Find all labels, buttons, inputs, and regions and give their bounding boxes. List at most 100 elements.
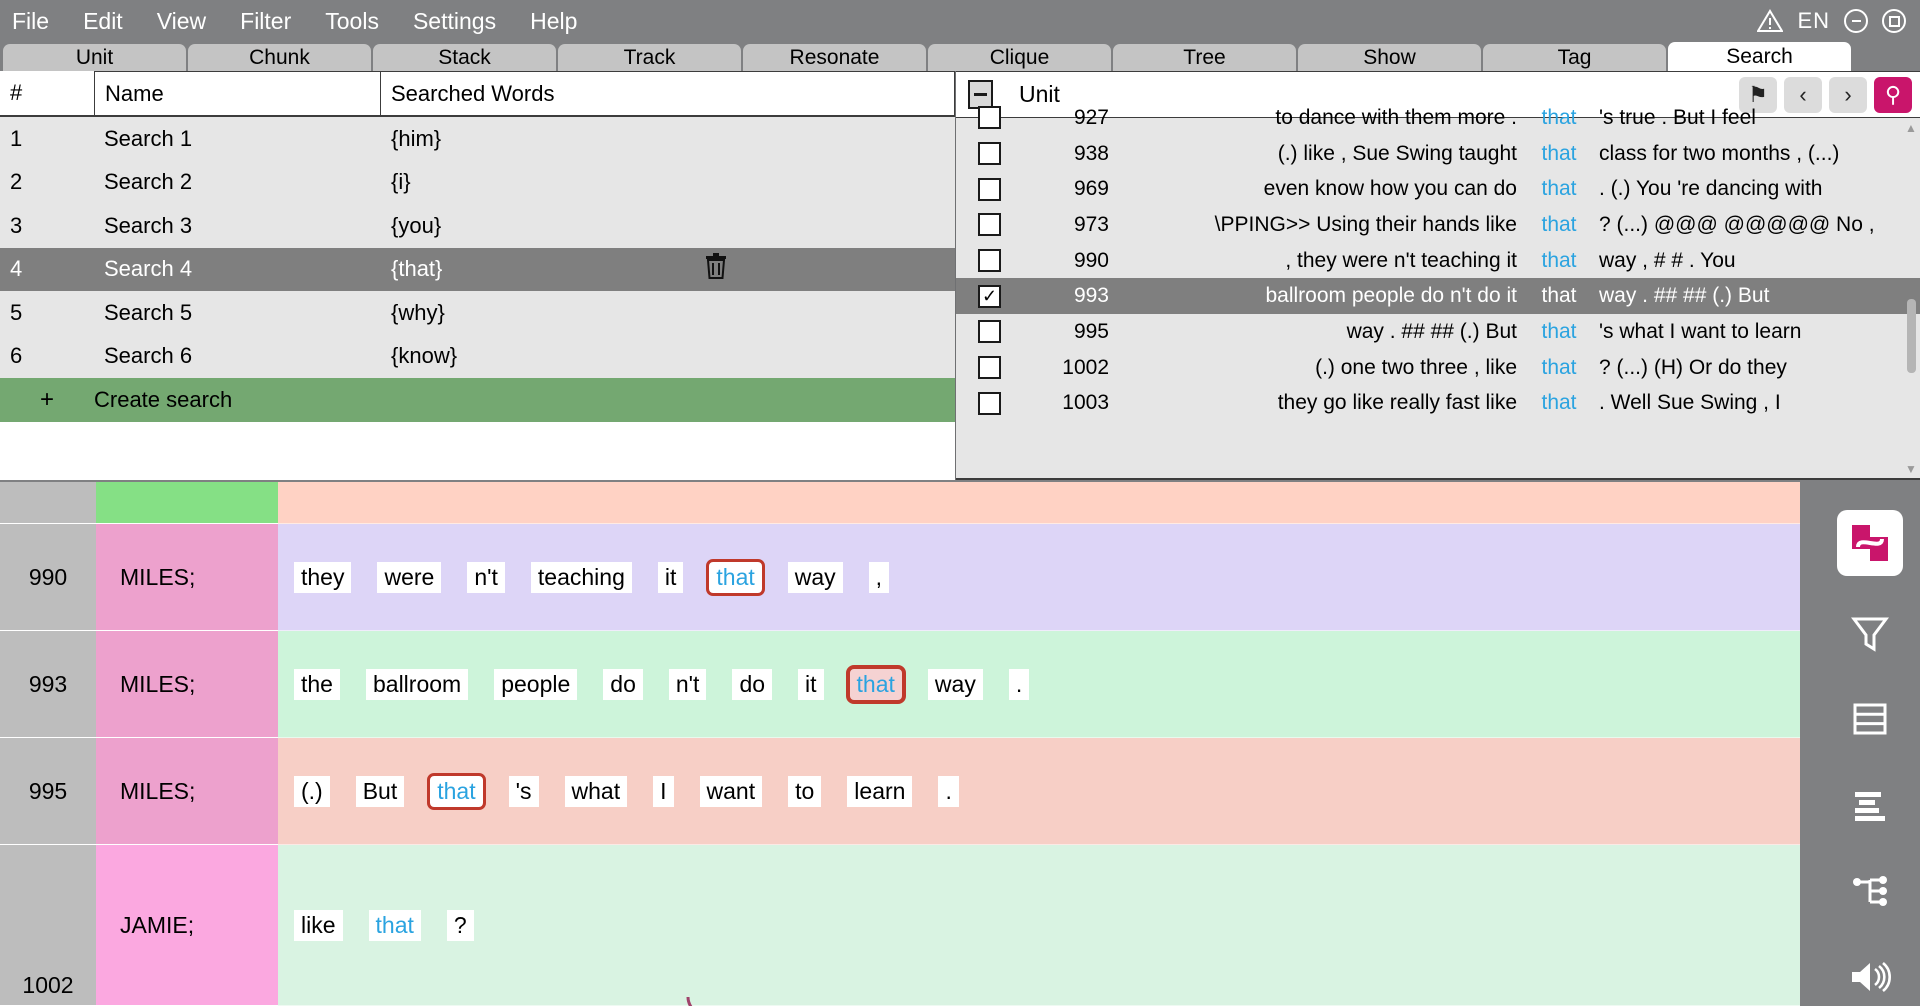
trash-icon[interactable] <box>705 253 727 285</box>
menu-item-settings[interactable]: Settings <box>396 0 513 42</box>
transcript-word[interactable]: learn <box>847 775 913 807</box>
scroll-up-arrow-icon[interactable]: ▲ <box>1904 121 1918 135</box>
search-row[interactable]: 1 Search 1 {him} <box>0 117 955 161</box>
transcript-word[interactable]: were <box>377 561 442 593</box>
transcript-word[interactable]: to <box>788 775 822 807</box>
transcript-word[interactable]: 's <box>508 775 539 807</box>
tab-tag[interactable]: Tag <box>1483 44 1666 71</box>
concordance-row[interactable]: 1002 (.) one two three , like that ? (...) … <box>956 350 1920 386</box>
search-row[interactable]: 5 Search 5 {why} <box>0 291 955 335</box>
tab-clique[interactable]: Clique <box>928 44 1111 71</box>
transcript-row[interactable]: 993 MILES; the ballroom people do n't do it that w… <box>0 631 1800 738</box>
transcript-word[interactable]: way <box>927 668 983 700</box>
transcript-word[interactable]: n't <box>668 668 707 700</box>
transcript-word-row: (.) But that 's what Iwant to learn. <box>278 738 1800 845</box>
concordance-right-context: ? (...) @@@ @@@@@ No , <box>1599 212 1875 236</box>
menu-item-filter[interactable]: Filter <box>223 0 308 42</box>
transcript-word[interactable]: that <box>706 558 765 596</box>
create-search-row[interactable]: + Create search <box>0 378 955 422</box>
transcript-word[interactable]: do <box>732 668 773 700</box>
concordance-scrollbar[interactable]: ▲ ▼ <box>1904 121 1918 476</box>
speaker-volume-icon[interactable] <box>1836 948 1904 1006</box>
concordance-row-checkbox[interactable] <box>978 106 1001 130</box>
transcript-word[interactable]: the <box>294 668 340 700</box>
app-logo-icon[interactable] <box>1837 510 1903 576</box>
menu-item-help[interactable]: Help <box>513 0 594 42</box>
concordance-row[interactable]: 973 \PPING>> Using their hands like that ? … <box>956 207 1920 243</box>
transcript-row[interactable]: 990 MILES; they were n't teaching it that way, <box>0 524 1800 631</box>
transcript-word[interactable]: it <box>798 668 824 700</box>
transcript-word[interactable]: it <box>657 561 684 593</box>
transcript-word[interactable]: ? <box>446 909 474 941</box>
concordance-row-checkbox[interactable] <box>978 213 1001 237</box>
transcript-word[interactable]: they <box>294 561 352 593</box>
concordance-row-checkbox[interactable] <box>978 356 1001 380</box>
concordance-row[interactable]: 927 to dance with them more . that 's true … <box>956 100 1920 136</box>
transcript-word[interactable]: want <box>699 775 763 807</box>
transcript-word[interactable]: that <box>845 664 906 704</box>
transcript-word[interactable]: . <box>1008 668 1030 700</box>
tab-search[interactable]: Search <box>1668 42 1851 71</box>
align-left-icon[interactable] <box>1836 776 1904 834</box>
transcript-word[interactable]: But <box>355 775 405 807</box>
concordance-row-checkbox[interactable] <box>978 249 1001 273</box>
filter-funnel-icon[interactable] <box>1836 604 1904 662</box>
transcript-word[interactable]: people <box>494 668 578 700</box>
transcript-word[interactable]: that <box>427 772 486 810</box>
concordance-right-context: 's true . But I feel <box>1599 105 1756 129</box>
transcript-row[interactable]: 995 MILES; (.) But that 's what Iwant to learn. <box>0 738 1800 845</box>
concordance-row[interactable]: ✓ 993 ballroom people do n't do it that way … <box>956 278 1920 315</box>
tab-show[interactable]: Show <box>1298 44 1481 71</box>
concordance-row[interactable]: 995 way . ## ## (.) But that 's what I want… <box>956 314 1920 350</box>
transcript-word[interactable]: , <box>868 561 890 593</box>
transcript-word[interactable]: what <box>564 775 628 807</box>
concordance-keyword: that <box>1541 319 1577 343</box>
transcript-word[interactable]: n't <box>467 561 505 593</box>
rows-layout-icon[interactable] <box>1836 690 1904 748</box>
search-row[interactable]: 6 Search 6 {know} <box>0 334 955 378</box>
transcript-word[interactable]: do <box>603 668 643 700</box>
transcript-word[interactable]: . <box>938 775 959 807</box>
tab-unit[interactable]: Unit <box>3 44 186 71</box>
search-row[interactable]: 4 Search 4 {that} <box>0 247 955 291</box>
tab-stack[interactable]: Stack <box>373 44 556 71</box>
concordance-row-checkbox[interactable] <box>978 320 1001 344</box>
search-row-name: Search 5 <box>104 299 193 325</box>
transcript-row[interactable]: 1002 JAMIE; like that? <box>0 845 1800 1006</box>
transcript-row[interactable] <box>0 482 1800 524</box>
transcript-word[interactable]: teaching <box>530 561 632 593</box>
concordance-row-checkbox[interactable]: ✓ <box>978 284 1001 308</box>
scrollbar-thumb[interactable] <box>1907 299 1916 373</box>
tree-structure-icon[interactable] <box>1836 862 1904 920</box>
transcript-word[interactable]: like <box>294 909 343 941</box>
concordance-row-checkbox[interactable] <box>978 177 1001 201</box>
tab-tree[interactable]: Tree <box>1113 44 1296 71</box>
tab-chunk[interactable]: Chunk <box>188 44 371 71</box>
transcript-word[interactable]: (.) <box>294 775 330 807</box>
concordance-left-context: ballroom people do n't do it <box>1265 284 1517 308</box>
concordance-left-context: they go like really fast like <box>1277 391 1517 415</box>
menu-item-tools[interactable]: Tools <box>308 0 396 42</box>
tab-resonate[interactable]: Resonate <box>743 44 926 71</box>
transcript-word[interactable]: I <box>653 775 674 807</box>
menu-item-view[interactable]: View <box>140 0 223 42</box>
tab-track[interactable]: Track <box>558 44 741 71</box>
language-indicator[interactable]: EN <box>1797 8 1830 34</box>
concordance-row[interactable]: 938 (.) like , Sue Swing taught that class … <box>956 136 1920 172</box>
concordance-row[interactable]: 1003 they go like really fast like that . W… <box>956 386 1920 422</box>
menu-item-edit[interactable]: Edit <box>66 0 140 42</box>
search-row[interactable]: 3 Search 3 {you} <box>0 204 955 248</box>
transcript-word[interactable]: ballroom <box>365 668 469 700</box>
concordance-row-checkbox[interactable] <box>978 391 1001 415</box>
minimize-icon[interactable] <box>1844 9 1868 33</box>
menu-item-file[interactable]: File <box>0 0 66 42</box>
concordance-row[interactable]: 990 , they were n't teaching it that way , … <box>956 243 1920 279</box>
transcript-word[interactable]: way <box>787 561 843 593</box>
concordance-row[interactable]: 969 even know how you can do that . (.) You… <box>956 171 1920 207</box>
warning-triangle-icon[interactable] <box>1756 9 1785 33</box>
transcript-word[interactable]: that <box>368 909 421 941</box>
concordance-row-checkbox[interactable] <box>978 142 1001 166</box>
scroll-down-arrow-icon[interactable]: ▼ <box>1904 462 1918 476</box>
search-row[interactable]: 2 Search 2 {i} <box>0 160 955 204</box>
maximize-icon[interactable] <box>1882 9 1906 33</box>
